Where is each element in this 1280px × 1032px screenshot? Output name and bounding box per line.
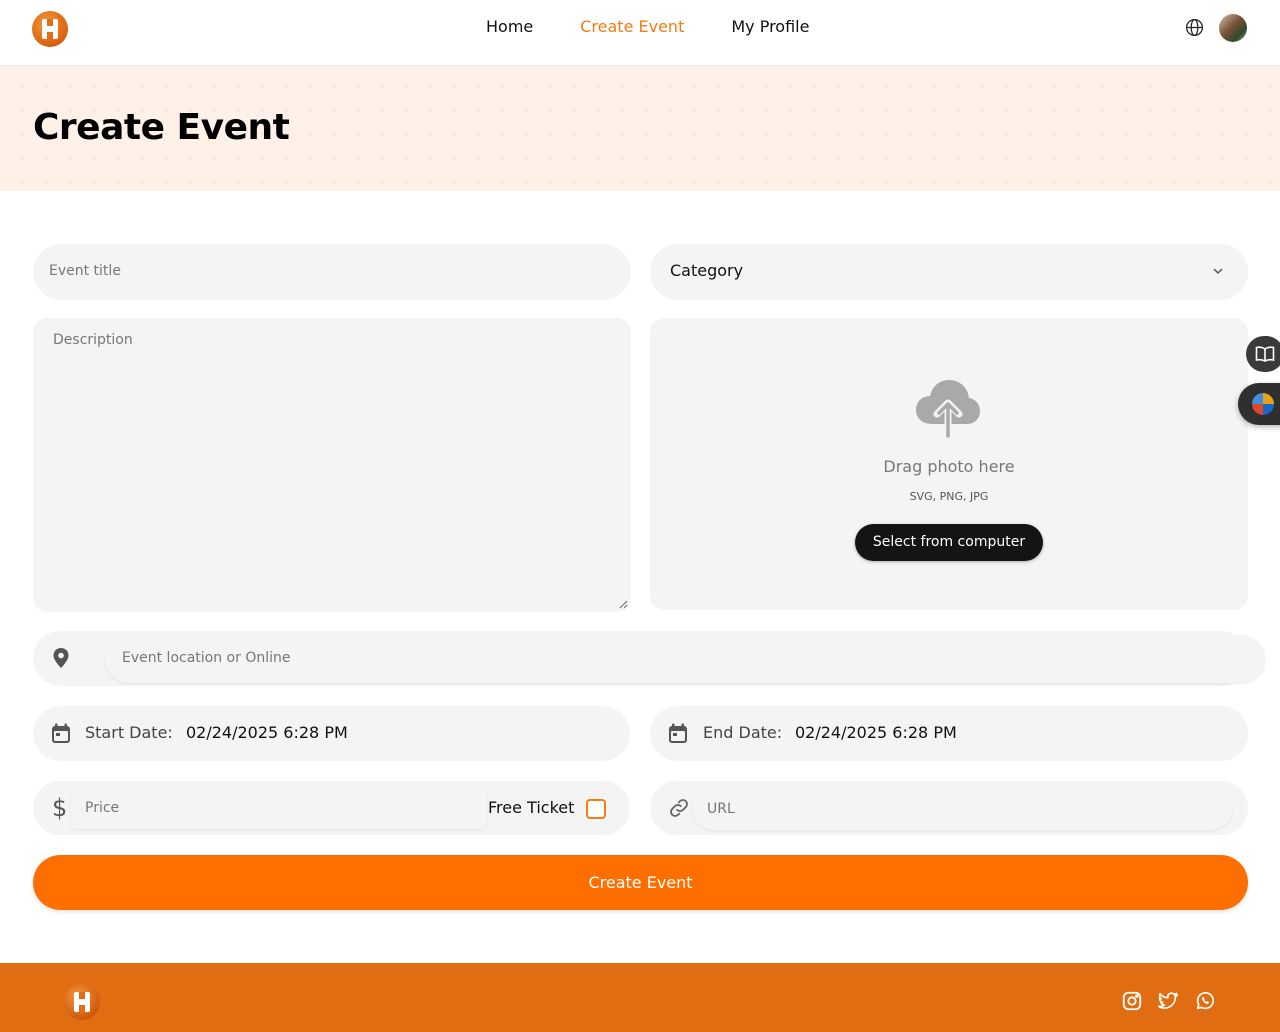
calendar-icon bbox=[669, 723, 687, 743]
url-placeholder: URL bbox=[707, 801, 735, 817]
drag-photo-text: Drag photo here bbox=[883, 457, 1015, 476]
main-nav: Home Create Event My Profile bbox=[486, 17, 809, 36]
price-input[interactable]: Price bbox=[71, 789, 487, 829]
start-date-value[interactable]: 02/24/2025 6:28 PM bbox=[186, 723, 348, 742]
nav-link-my-profile[interactable]: My Profile bbox=[731, 17, 809, 36]
reader-widget-button[interactable] bbox=[1246, 336, 1280, 372]
free-ticket-checkbox[interactable] bbox=[586, 799, 606, 819]
event-location-field: Event location or Online bbox=[33, 631, 1265, 686]
instagram-icon[interactable] bbox=[1121, 990, 1143, 1012]
category-select[interactable]: Category bbox=[650, 244, 1248, 300]
url-field: URL bbox=[650, 781, 1248, 835]
end-date-value[interactable]: 02/24/2025 6:28 PM bbox=[795, 723, 957, 742]
whatsapp-icon[interactable] bbox=[1194, 990, 1216, 1012]
top-navbar: Home Create Event My Profile bbox=[0, 0, 1280, 66]
price-placeholder: Price bbox=[85, 800, 120, 816]
end-date-field[interactable]: End Date: 02/24/2025 6:28 PM bbox=[650, 706, 1248, 761]
description-textarea[interactable]: Description bbox=[33, 318, 631, 612]
page-title: Create Event bbox=[33, 107, 290, 148]
chevron-down-icon bbox=[1213, 268, 1223, 275]
footer bbox=[0, 963, 1280, 1032]
end-date-label: End Date: bbox=[703, 723, 783, 742]
book-open-icon bbox=[1255, 346, 1275, 362]
resize-handle-icon[interactable] bbox=[619, 600, 628, 609]
twitter-icon[interactable] bbox=[1157, 990, 1179, 1012]
url-input[interactable]: URL bbox=[692, 788, 1232, 830]
free-ticket-label[interactable]: Free Ticket bbox=[488, 798, 574, 817]
event-location-input[interactable]: Event location or Online bbox=[105, 635, 1265, 683]
calendar-icon bbox=[52, 723, 70, 743]
map-pin-icon bbox=[53, 648, 69, 668]
extension-orb-icon bbox=[1252, 393, 1274, 415]
photo-upload-dropzone[interactable]: Drag photo here SVG, PNG, JPG Select fro… bbox=[650, 318, 1248, 610]
create-event-button[interactable]: Create Event bbox=[33, 855, 1248, 910]
start-date-label: Start Date: bbox=[85, 723, 173, 742]
description-placeholder: Description bbox=[53, 332, 133, 348]
category-value: Category bbox=[670, 261, 744, 280]
event-title-placeholder: Event title bbox=[49, 263, 121, 279]
globe-icon[interactable] bbox=[1185, 18, 1204, 37]
footer-logo-icon[interactable] bbox=[64, 984, 100, 1020]
extension-widget-button[interactable] bbox=[1238, 383, 1280, 425]
page-header: Create Event bbox=[0, 66, 1280, 191]
event-title-input[interactable]: Event title bbox=[33, 244, 631, 300]
nav-link-create-event[interactable]: Create Event bbox=[580, 17, 684, 36]
cloud-upload-icon bbox=[916, 380, 980, 438]
logo-icon[interactable] bbox=[32, 11, 68, 47]
nav-link-home[interactable]: Home bbox=[486, 17, 533, 36]
accepted-formats: SVG, PNG, JPG bbox=[909, 490, 989, 503]
start-date-field[interactable]: Start Date: 02/24/2025 6:28 PM bbox=[33, 706, 630, 761]
link-icon bbox=[670, 799, 688, 817]
dollar-icon: $ bbox=[52, 794, 68, 822]
user-avatar[interactable] bbox=[1219, 14, 1247, 42]
price-field: $ Price Free Ticket bbox=[33, 781, 630, 835]
select-from-computer-button[interactable]: Select from computer bbox=[855, 524, 1043, 561]
event-location-placeholder: Event location or Online bbox=[122, 650, 291, 666]
